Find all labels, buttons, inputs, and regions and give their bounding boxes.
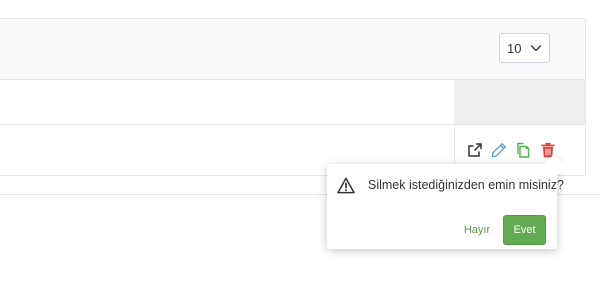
- chevron-down-icon: [530, 45, 542, 52]
- cancel-button[interactable]: Hayır: [459, 215, 495, 245]
- page: 10 Silmek istediğinizden emin misiniz? H…: [0, 0, 600, 300]
- copy-icon[interactable]: [515, 142, 531, 158]
- confirm-message: Silmek istediğinizden emin misiniz?: [368, 178, 564, 192]
- warning-icon: [337, 177, 355, 194]
- page-size-select[interactable]: 10: [499, 33, 550, 63]
- table-header-row: [0, 80, 585, 125]
- external-link-icon[interactable]: [467, 142, 483, 158]
- table-toolbar: 10: [0, 19, 585, 80]
- actions-column-header: [454, 80, 585, 124]
- page-size-value: 10: [507, 40, 522, 56]
- table-card: 10: [0, 18, 586, 176]
- delete-confirm-popover: Silmek istediğinizden emin misiniz? Hayı…: [327, 154, 569, 249]
- pencil-icon[interactable]: [491, 142, 507, 158]
- confirm-delete-button[interactable]: Evet: [503, 215, 546, 245]
